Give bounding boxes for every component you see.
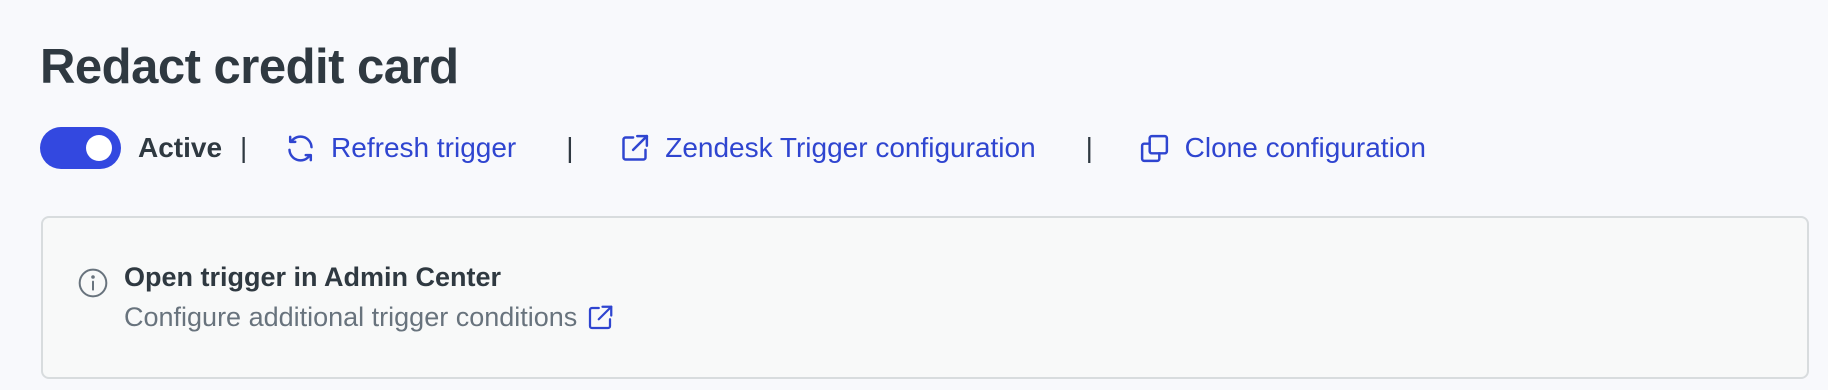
status-label: Active [138,132,223,163]
refresh-trigger-label: Refresh trigger [331,132,517,163]
info-description: Configure additional trigger conditions [124,302,615,333]
separator: | [240,132,248,163]
clone-configuration-label: Clone configuration [1184,132,1426,163]
external-link-icon[interactable] [585,303,615,333]
zendesk-trigger-config-link[interactable]: Zendesk Trigger configuration [618,132,1036,165]
info-title: Open trigger in Admin Center [124,262,502,292]
refresh-trigger-link[interactable]: Refresh trigger [284,132,516,165]
active-toggle[interactable] [40,127,121,169]
zendesk-trigger-config-label: Zendesk Trigger configuration [665,132,1036,163]
separator: | [1085,132,1093,163]
toggle-knob [86,135,112,161]
trigger-page: Redact credit card Active | Refresh trig… [0,0,1828,390]
info-icon [77,267,109,299]
copy-icon [1138,132,1171,165]
admin-center-info-box: Open trigger in Admin Center Configure a… [41,216,1809,379]
external-link-icon [618,132,651,165]
page-title: Redact credit card [40,40,459,94]
info-description-text: Configure additional trigger conditions [124,302,578,332]
trigger-actions-bar: Active | Refresh trigger | Zendesk Trigg… [40,126,1426,170]
clone-configuration-link[interactable]: Clone configuration [1138,132,1426,165]
separator: | [566,132,574,163]
refresh-icon [284,132,317,165]
